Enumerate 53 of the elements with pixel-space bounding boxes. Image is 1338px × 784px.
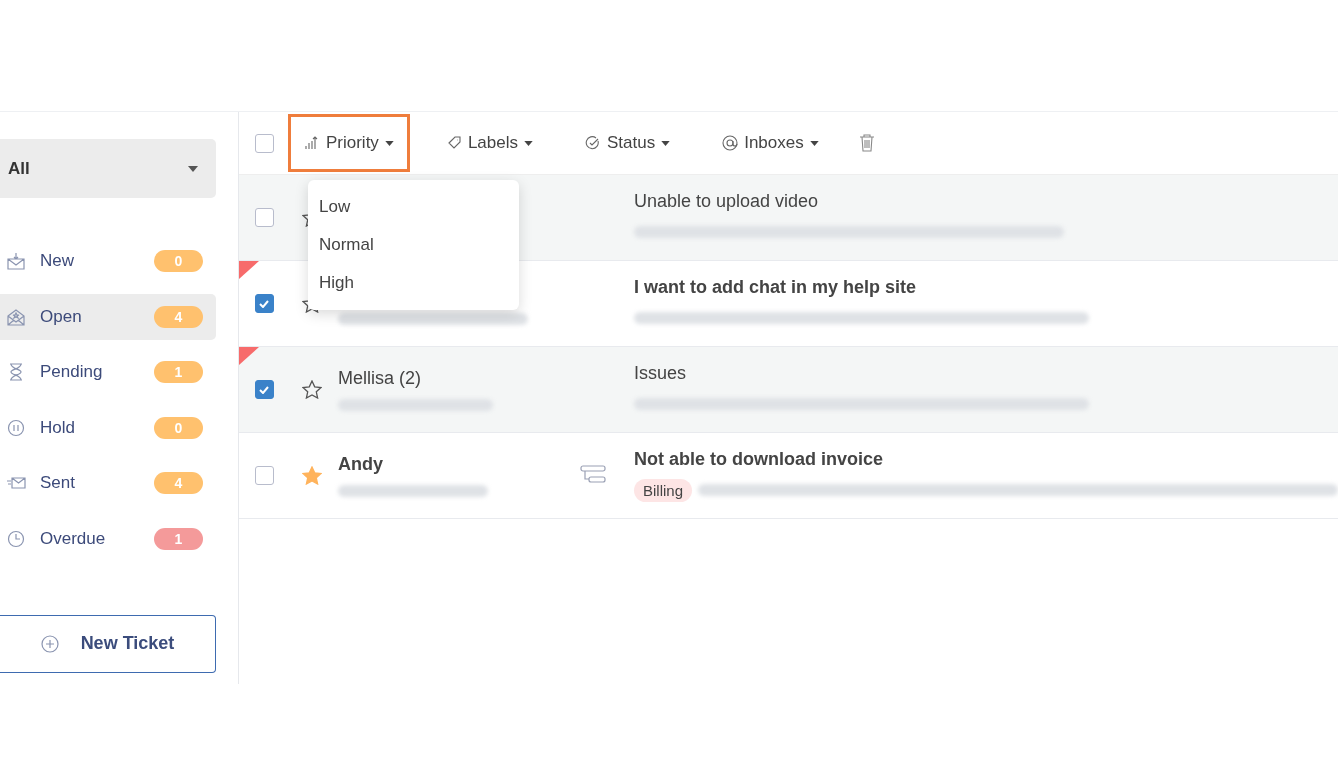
ticket-row[interactable]: Andy Not able to download invoice Billing	[238, 433, 1338, 519]
caret-icon	[524, 140, 533, 146]
sidebar-item[interactable]: New 0	[0, 238, 216, 284]
ticket-subject: I want to add chat in my help site	[633, 277, 917, 298]
caret-icon	[809, 140, 819, 146]
row-checkbox[interactable]	[254, 466, 274, 485]
select-all-checkbox[interactable]	[254, 133, 274, 153]
count-badge: 0	[153, 416, 203, 439]
label-tag: Billing	[633, 478, 692, 502]
filter-button[interactable]: Labels	[429, 114, 549, 172]
caret-icon	[384, 140, 394, 146]
menu-item[interactable]: Low	[307, 188, 519, 226]
clock-icon	[6, 529, 26, 548]
count-badge: 4	[153, 305, 203, 328]
check-icon	[259, 299, 270, 308]
inbox-icon	[6, 252, 26, 270]
filter-button[interactable]: Priority	[287, 114, 410, 172]
check-icon	[259, 385, 270, 394]
count-badge: 1	[153, 361, 203, 383]
caret-icon	[187, 165, 198, 172]
sidebar-item[interactable]: Pending 1	[0, 349, 216, 395]
customer-name: Mellisa (2)	[337, 368, 422, 389]
envelope-icon	[6, 307, 26, 326]
row-checkbox[interactable]	[254, 380, 274, 399]
row-checkbox[interactable]	[254, 208, 274, 227]
filter-button[interactable]: Status	[569, 114, 687, 172]
plus-icon	[40, 634, 59, 653]
ticket-subject: Not able to download invoice	[633, 449, 884, 470]
ticket-subject: Issues	[633, 363, 687, 384]
caret-icon	[661, 140, 671, 146]
customer-name: Andy	[337, 454, 384, 475]
filter-button[interactable]: Inboxes	[706, 114, 835, 172]
at-sign-icon	[722, 135, 739, 151]
star-icon[interactable]	[301, 380, 322, 399]
menu-item[interactable]: High	[307, 264, 519, 302]
bars-arrow-icon	[303, 135, 320, 151]
sidebar-item[interactable]: Sent 4	[0, 460, 216, 506]
ticket-row[interactable]: Mellisa (2) Issues	[238, 347, 1338, 433]
filter-dropdown[interactable]: All	[0, 139, 216, 198]
envelope-icon	[6, 474, 26, 492]
trash-icon[interactable]	[858, 134, 875, 152]
count-badge: 1	[153, 527, 203, 550]
new-ticket-button[interactable]: New Ticket	[0, 614, 216, 673]
count-badge: 0	[153, 250, 203, 272]
star-icon[interactable]	[301, 466, 322, 485]
pause-icon	[6, 418, 26, 437]
row-checkbox[interactable]	[254, 294, 274, 313]
count-badge: 4	[153, 472, 203, 494]
sidebar-item[interactable]: Hold 0	[0, 404, 216, 451]
sidebar-item[interactable]: Overdue 1	[0, 515, 216, 562]
menu-item[interactable]: Normal	[307, 226, 519, 264]
ticket-subject: Unable to upload video	[633, 191, 820, 212]
sidebar-item[interactable]: Open 4	[0, 293, 216, 340]
